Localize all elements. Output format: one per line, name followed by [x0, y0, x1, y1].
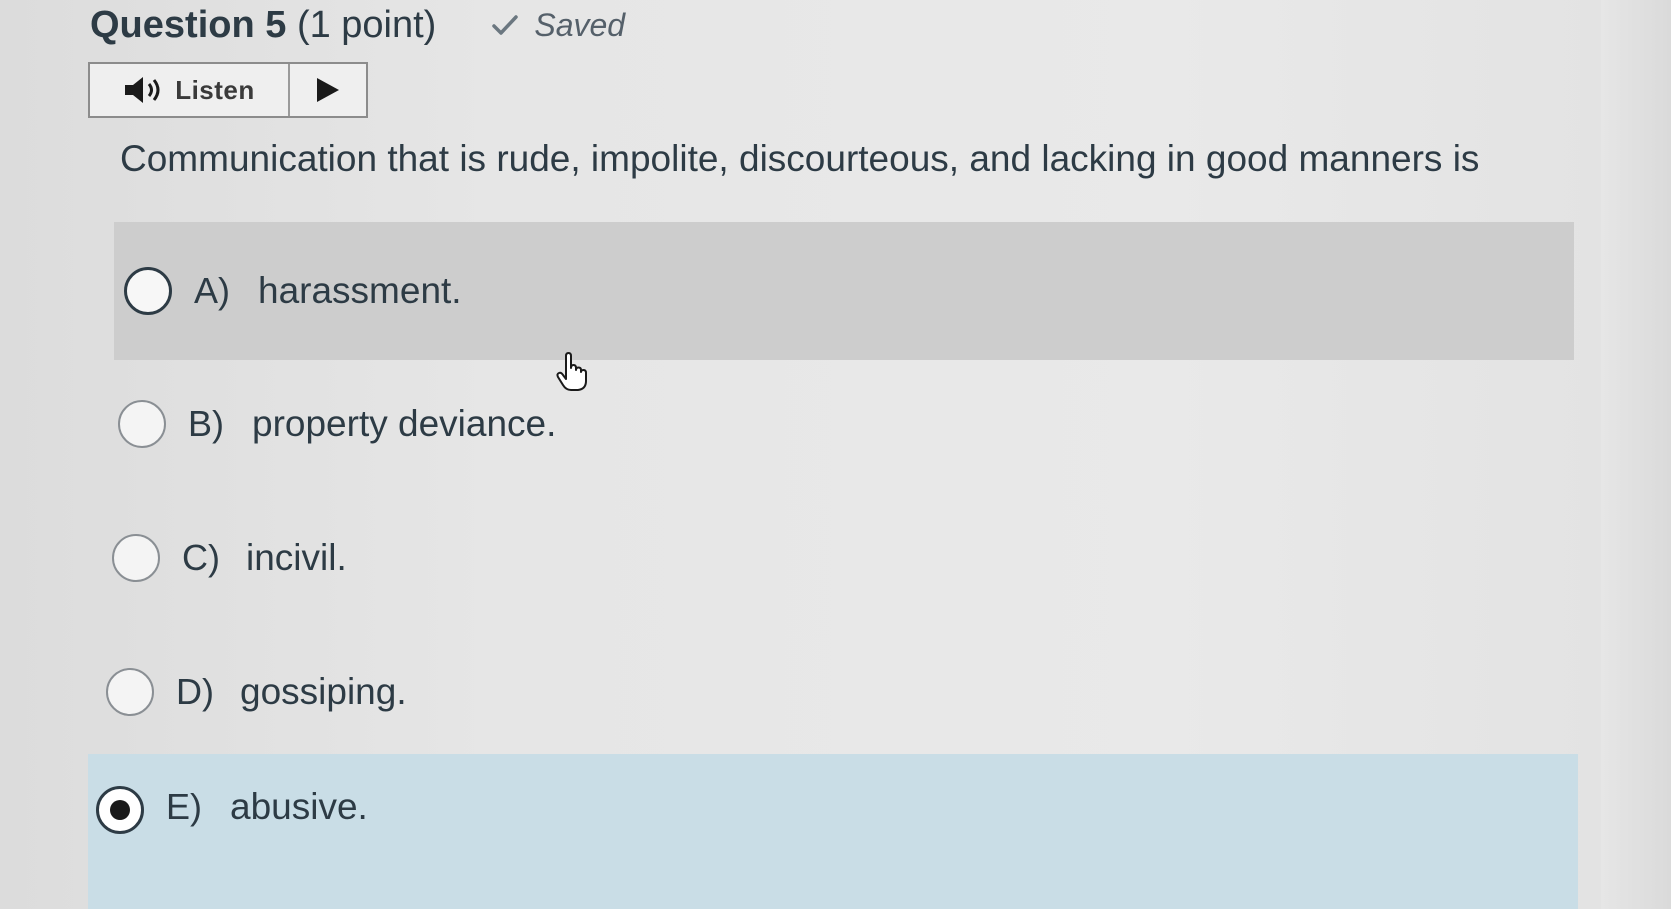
option-b-text: property deviance. — [252, 403, 557, 444]
listen-widget: Listen — [88, 62, 368, 118]
option-d[interactable]: D) gossiping. — [102, 642, 1562, 742]
option-d-letter: D) — [176, 671, 214, 712]
option-a-radio[interactable] — [124, 267, 172, 315]
option-e-radio[interactable] — [96, 786, 144, 834]
option-c-radio[interactable] — [112, 534, 160, 582]
option-e-text: abusive. — [230, 786, 368, 827]
option-c-letter: C) — [182, 537, 220, 578]
option-b-radio[interactable] — [118, 400, 166, 448]
checkmark-icon — [492, 15, 519, 35]
option-e-radio-dot — [110, 800, 130, 820]
option-d-radio[interactable] — [106, 668, 154, 716]
listen-label: Listen — [175, 74, 255, 105]
option-a-letter: A) — [194, 270, 230, 311]
page-edge — [1601, 0, 1671, 909]
question-header: Question 5 (1 point) Saved — [90, 0, 625, 50]
option-b-letter: B) — [188, 403, 224, 444]
hand-cursor-icon — [556, 352, 587, 391]
option-e-letter: E) — [166, 786, 202, 827]
listen-button[interactable]: Listen — [90, 64, 290, 116]
question-title: Question 5 (1 point) — [90, 4, 436, 47]
question-text: Communication that is rude, impolite, di… — [120, 138, 1480, 179]
question-points: (1 point) — [296, 3, 437, 46]
question-number: Question 5 — [90, 3, 287, 46]
play-button[interactable] — [290, 64, 366, 116]
option-d-text: gossiping. — [240, 671, 407, 712]
option-c[interactable]: C) incivil. — [108, 508, 1568, 608]
option-a[interactable]: A) harassment. — [114, 222, 1574, 360]
option-b[interactable]: B) property deviance. — [114, 374, 1574, 474]
play-icon — [317, 78, 339, 102]
option-c-text: incivil. — [246, 537, 347, 578]
speaker-icon — [125, 77, 160, 103]
option-a-text: harassment. — [258, 270, 462, 311]
saved-label: Saved — [534, 6, 626, 43]
quiz-page: Question 5 (1 point) Saved Listen Commun… — [0, 0, 1671, 909]
option-e[interactable]: E) abusive. — [88, 754, 1578, 909]
saved-status: Saved — [490, 7, 625, 44]
